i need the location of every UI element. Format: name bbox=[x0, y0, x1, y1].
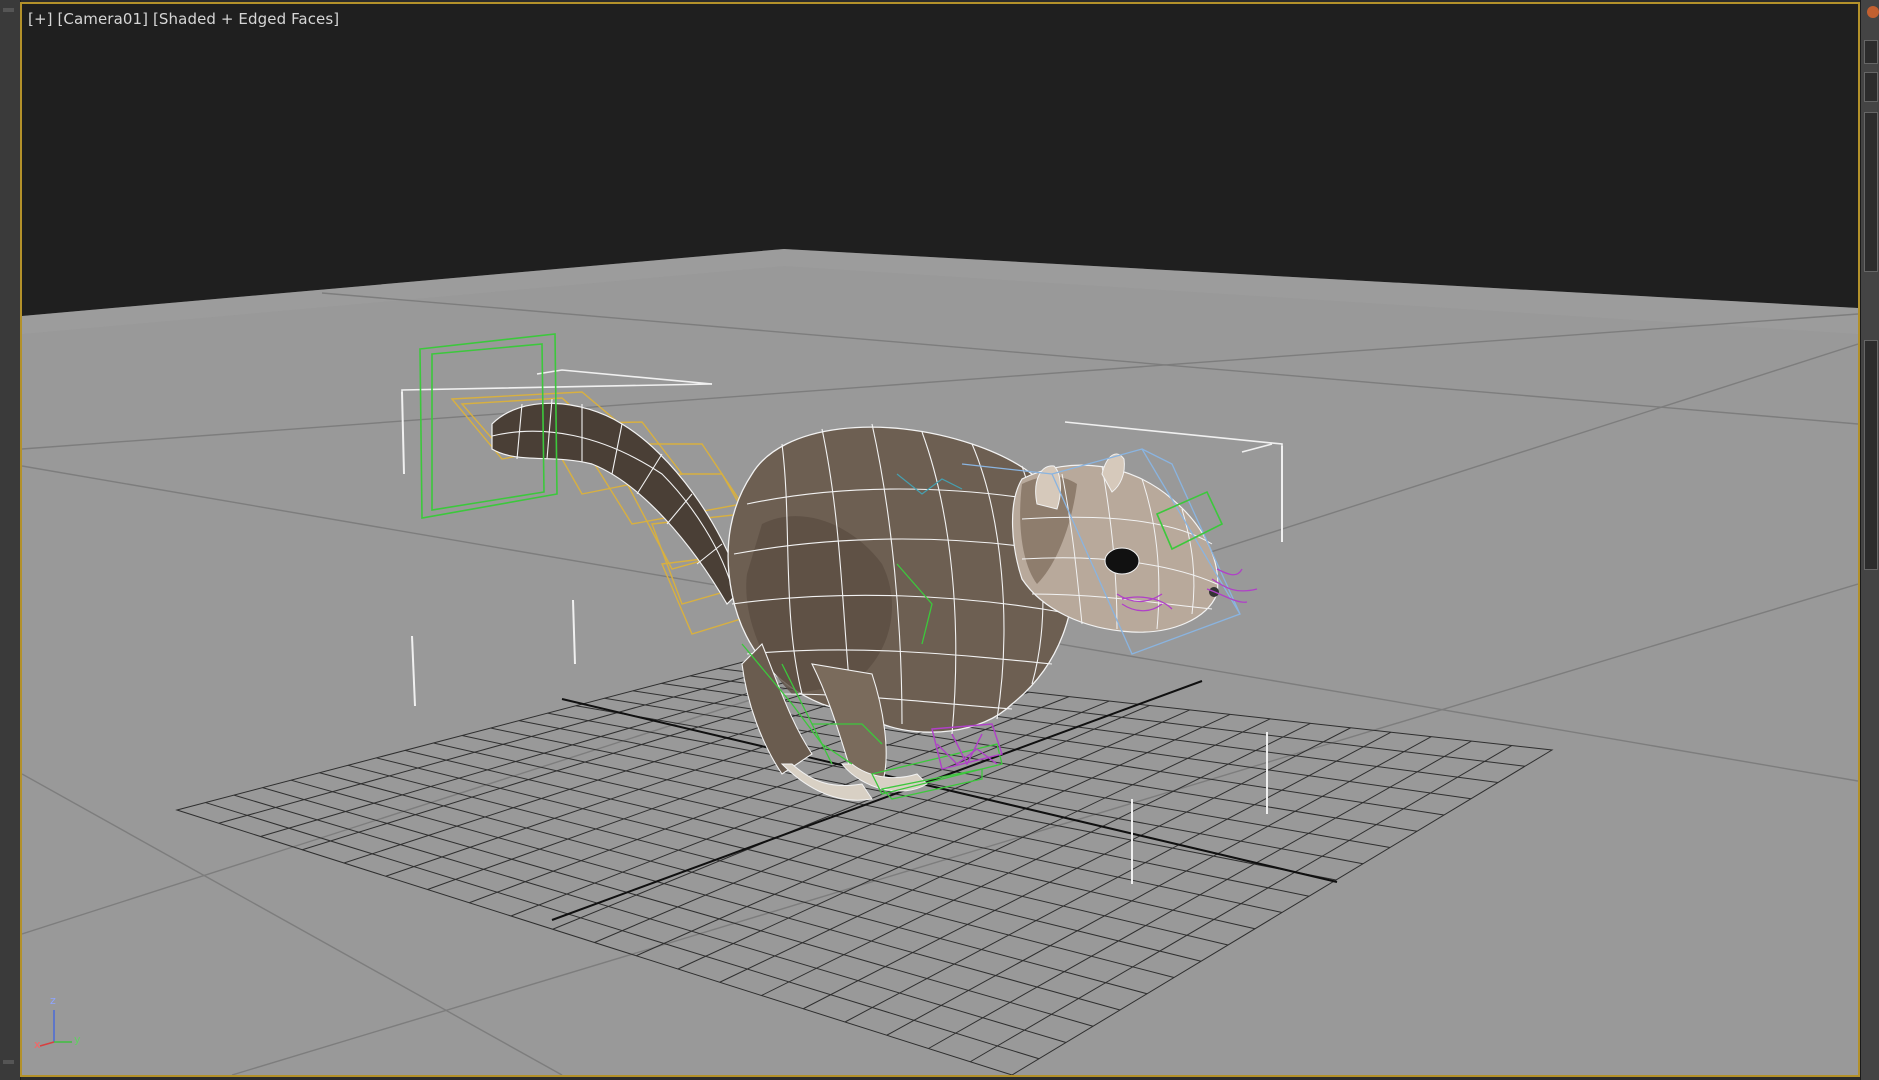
toolbar-notch bbox=[3, 1060, 14, 1064]
viewport-camera-menu[interactable]: [Camera01] bbox=[57, 10, 148, 28]
viewport-plus-menu[interactable]: [+] bbox=[28, 10, 53, 28]
camera-viewport[interactable]: [+] [Camera01] [Shaded + Edged Faces] z … bbox=[20, 2, 1860, 1077]
axis-tripod-icon: z x y bbox=[34, 994, 94, 1054]
panel-tab[interactable] bbox=[1864, 72, 1878, 102]
axis-x-label: x bbox=[34, 1038, 41, 1051]
panel-accent-icon bbox=[1867, 6, 1879, 18]
panel-tab[interactable] bbox=[1864, 112, 1878, 272]
axis-z-label: z bbox=[50, 994, 56, 1007]
axis-y-label: y bbox=[74, 1033, 81, 1046]
panel-tab[interactable] bbox=[1864, 340, 1878, 570]
panel-tab[interactable] bbox=[1864, 40, 1878, 64]
viewport-scene[interactable] bbox=[22, 4, 1858, 1075]
command-panel-edge bbox=[1860, 0, 1879, 1080]
3dsmax-window: [+] [Camera01] [Shaded + Edged Faces] z … bbox=[0, 0, 1879, 1080]
left-toolbar-strip bbox=[0, 0, 21, 1080]
squirrel-eye bbox=[1104, 547, 1140, 575]
toolbar-notch bbox=[3, 8, 14, 12]
viewport-shading-menu[interactable]: [Shaded + Edged Faces] bbox=[153, 10, 339, 28]
viewport-label-menu: [+] [Camera01] [Shaded + Edged Faces] bbox=[28, 10, 339, 28]
